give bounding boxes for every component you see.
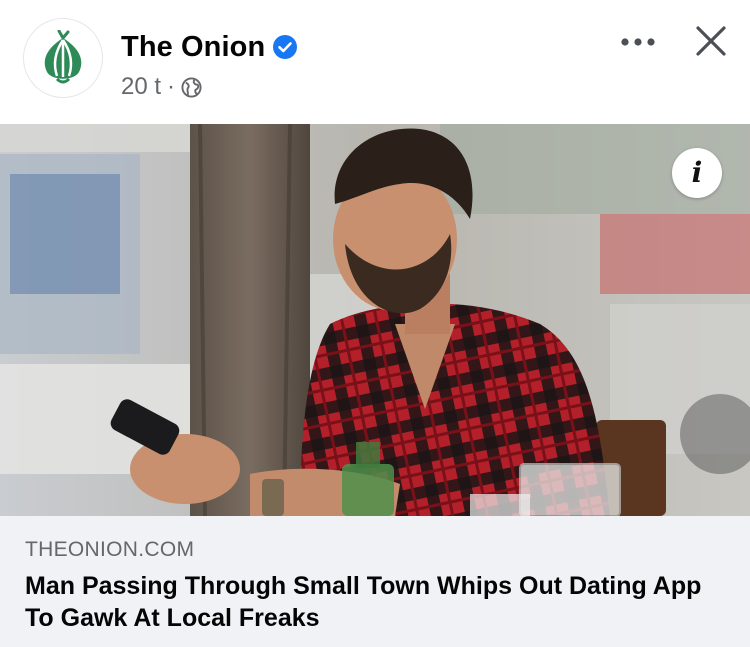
verified-badge-icon [273, 35, 298, 59]
meta-separator: · [167, 73, 176, 100]
post-timestamp[interactable]: 20 t [121, 73, 161, 101]
ad-info-button[interactable]: i [672, 148, 722, 198]
link-domain: THEONION.COM [25, 538, 195, 561]
globe-icon [181, 76, 202, 98]
close-button[interactable] [686, 16, 736, 66]
more-options-button[interactable] [614, 22, 662, 62]
page-avatar[interactable] [23, 18, 103, 98]
post-header: The Onion 20 t · [0, 0, 750, 124]
info-icon: i [691, 156, 703, 189]
onion-logo-icon [44, 30, 82, 84]
link-title: Man Passing Through Small Town Whips Out… [25, 572, 702, 632]
close-icon [696, 26, 726, 56]
post-photo[interactable]: i [0, 124, 750, 516]
more-horizontal-icon [621, 38, 655, 46]
page-name[interactable]: The Onion [121, 31, 265, 64]
link-preview[interactable]: THEONION.COM Man Passing Through Small T… [0, 516, 750, 647]
photo-illustration [0, 124, 750, 516]
post-meta: 20 t · [121, 72, 202, 102]
page-name-row: The Onion [121, 28, 298, 66]
